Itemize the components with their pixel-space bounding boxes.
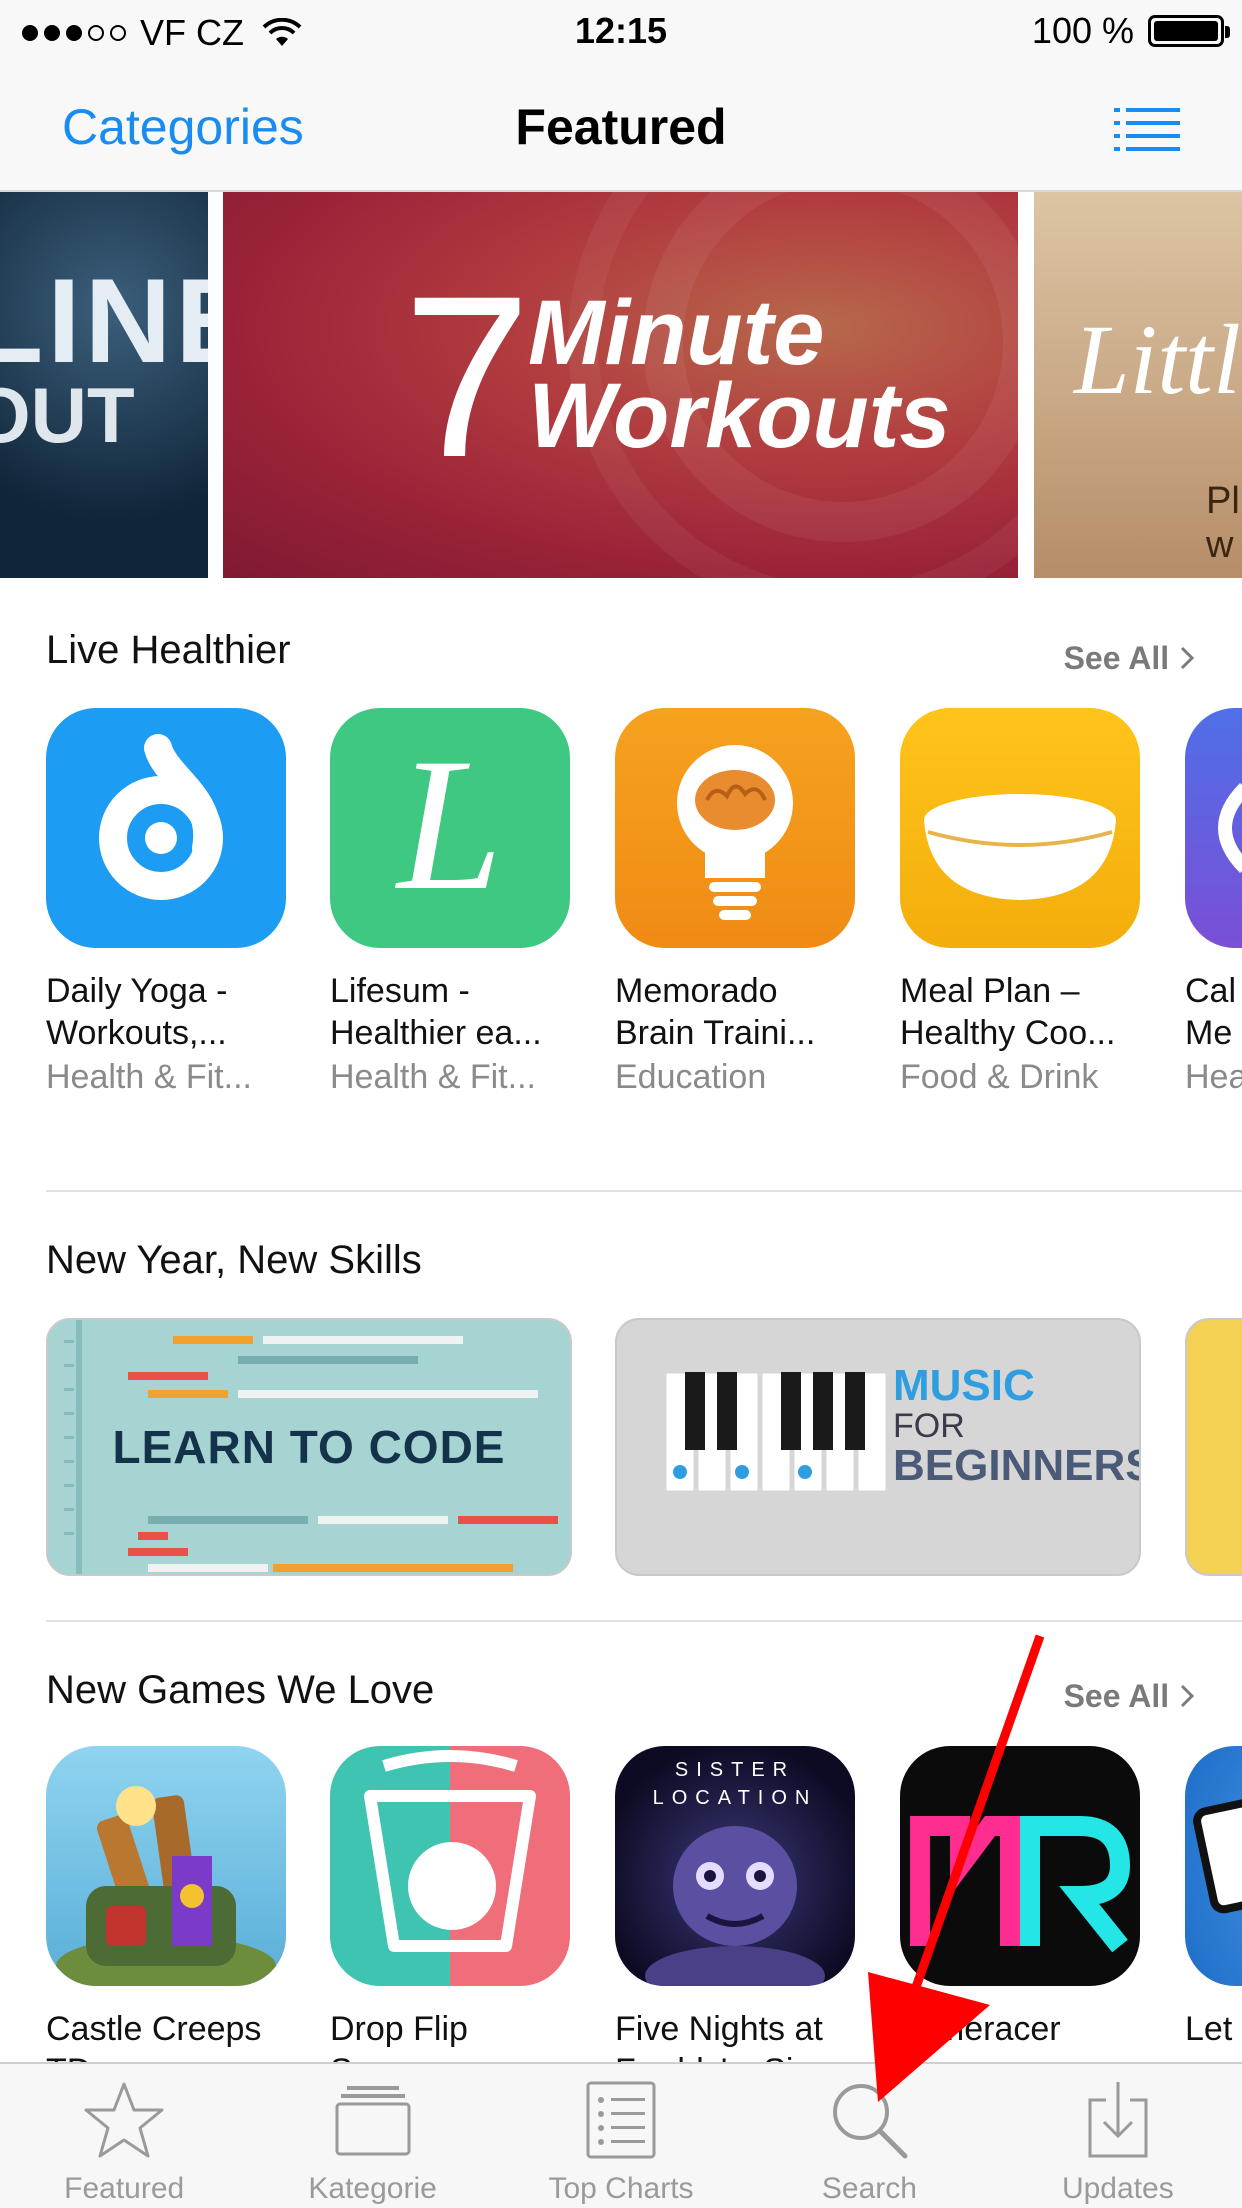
app-category: Health & Fit... bbox=[46, 1058, 252, 1096]
chevron-right-icon bbox=[1180, 1684, 1195, 1708]
section-title-live-healthier: Live Healthier bbox=[46, 628, 291, 672]
banner-main-line2: Workouts bbox=[528, 364, 951, 467]
tab-label: Kategorie bbox=[308, 2172, 437, 2205]
list-icon bbox=[586, 2081, 656, 2159]
app-castle-creeps[interactable]: Castle Creeps TD bbox=[46, 1746, 286, 2092]
app-name-line2: Workouts,... bbox=[46, 1014, 227, 1052]
partial-card[interactable] bbox=[1185, 1318, 1242, 1576]
app-letterpress-partial[interactable]: Let bbox=[1185, 1746, 1242, 2050]
daily-yoga-icon bbox=[46, 708, 286, 948]
page-title: Featured bbox=[515, 99, 727, 155]
learn-to-code-card[interactable]: LEARN TO CODE bbox=[46, 1318, 572, 1576]
tab-bar: Featured Kategorie Top Charts Search Upd… bbox=[0, 2062, 1242, 2208]
banner-right-line2: Pl bbox=[1206, 480, 1240, 522]
music-label-3: BEGINNERS bbox=[893, 1441, 1141, 1490]
section-divider bbox=[46, 1190, 1242, 1192]
tab-label: Updates bbox=[1061, 2172, 1174, 2205]
battery-percent: 100 % bbox=[1031, 10, 1134, 51]
tab-search[interactable]: Search bbox=[745, 2064, 993, 2208]
list-icon[interactable] bbox=[1114, 106, 1180, 152]
battery-group: 100 % bbox=[1031, 10, 1230, 52]
app-memorado[interactable]: Memorado Brain Traini... Education bbox=[615, 708, 855, 1100]
tab-updates[interactable]: Updates bbox=[994, 2064, 1242, 2208]
app-category: Education bbox=[615, 1058, 767, 1096]
app-name-line1: Daily Yoga - bbox=[46, 972, 228, 1010]
download-icon bbox=[1088, 2082, 1148, 2158]
app-five-nights[interactable]: SISTER LOCATION Five Nights at Freddy's:… bbox=[615, 1746, 855, 2092]
music-for-beginners-card[interactable]: MUSIC FOR BEGINNERS bbox=[615, 1318, 1141, 1576]
see-all-live-healthier[interactable]: See All bbox=[1064, 640, 1196, 677]
app-name-line2: Brain Traini... bbox=[615, 1014, 816, 1052]
tab-label: Top Charts bbox=[548, 2172, 694, 2205]
navigation-bar: Categories Featured bbox=[0, 62, 1242, 192]
music-label-2: FOR bbox=[893, 1407, 965, 1445]
drop-flip-icon bbox=[330, 1746, 570, 1986]
app-name-line1: Cal bbox=[1185, 972, 1237, 1010]
banner-main-words: Minute Workouts bbox=[528, 282, 951, 467]
banner-main-number: 7 bbox=[403, 248, 531, 505]
see-all-label: See All bbox=[1063, 1678, 1170, 1714]
banner-right-line3: w bbox=[1206, 523, 1234, 566]
app-meal-plan[interactable]: Meal Plan – Healthy Coo... Food & Drink bbox=[900, 708, 1140, 1100]
chevron-right-icon bbox=[1180, 646, 1195, 670]
learn-to-code-label: LEARN TO CODE bbox=[112, 1421, 506, 1473]
app-category: Hea bbox=[1185, 1058, 1242, 1096]
banner-left[interactable]: LINE OUT bbox=[0, 192, 208, 578]
calorie-app-icon bbox=[1185, 708, 1242, 948]
app-drop-flip[interactable]: Drop Flip S bbox=[330, 1746, 570, 2092]
app-category: Health & Fit... bbox=[330, 1058, 536, 1096]
mesmeracer-icon bbox=[900, 1746, 1140, 1986]
app-name-line1: esmeracer bbox=[900, 2010, 1061, 2048]
app-name-line1: Meal Plan – bbox=[900, 972, 1080, 1010]
five-nights-overlay-text: SISTER LOCATION bbox=[652, 1759, 818, 1809]
partial-game-icon bbox=[1185, 1746, 1242, 1986]
see-all-label: See All bbox=[1063, 640, 1170, 676]
music-label-1: MUSIC bbox=[893, 1361, 1035, 1410]
stack-icon bbox=[335, 2086, 411, 2156]
banner-right-line1: Littl bbox=[1074, 304, 1241, 415]
tab-top-charts[interactable]: Top Charts bbox=[497, 2064, 745, 2208]
tab-label: Search bbox=[821, 2172, 917, 2205]
battery-icon bbox=[1148, 15, 1230, 47]
castle-creeps-icon bbox=[46, 1746, 286, 1986]
app-mesmeracer[interactable]: esmeracer bbox=[900, 1746, 1140, 2050]
app-name-line2: Healthy Coo... bbox=[900, 1014, 1116, 1052]
app-name-line1: Memorado bbox=[615, 972, 778, 1010]
tab-featured[interactable]: Featured bbox=[0, 2064, 248, 2208]
banner-7-minute-workouts[interactable]: 7 Minute Workouts bbox=[223, 192, 1018, 578]
piano-keys-icon bbox=[665, 1372, 889, 1492]
lifesum-icon: L bbox=[330, 708, 570, 948]
featured-banner-carousel[interactable]: LINE OUT 7 Minute Workouts Littl Pl w bbox=[0, 192, 1242, 578]
app-name-line1: Five Nights at bbox=[615, 2010, 823, 2048]
app-name-line2: Healthier ea... bbox=[330, 1014, 542, 1052]
app-lifesum[interactable]: L Lifesum - Healthier ea... Health & Fit… bbox=[330, 708, 570, 1100]
app-name-line2: Me bbox=[1185, 1014, 1233, 1052]
svg-text:L: L bbox=[394, 720, 503, 930]
banner-right[interactable]: Littl Pl w bbox=[1034, 192, 1242, 578]
section-divider bbox=[46, 1620, 1242, 1622]
section-title-new-year: New Year, New Skills bbox=[46, 1238, 422, 1282]
music-title-block: MUSIC FOR BEGINNERS bbox=[893, 1361, 1141, 1490]
section-title-new-games: New Games We Love bbox=[46, 1668, 435, 1712]
five-nights-icon: SISTER LOCATION bbox=[615, 1746, 855, 1986]
app-calorie-partial[interactable]: Cal Me Hea bbox=[1185, 708, 1242, 1100]
app-name-line1: Lifesum - bbox=[330, 972, 470, 1010]
banner-left-line2: OUT bbox=[0, 371, 135, 459]
tab-label: Featured bbox=[64, 2172, 185, 2205]
app-name-line1: Drop Flip bbox=[330, 2010, 468, 2048]
app-name-line1: Castle Creeps bbox=[46, 2010, 262, 2048]
star-icon bbox=[84, 2082, 164, 2158]
search-icon bbox=[833, 2084, 908, 2159]
banner-right-lines: Pl w bbox=[1206, 480, 1240, 567]
banner-main-line1: Minute bbox=[528, 282, 825, 384]
app-name-line1: Let bbox=[1185, 2010, 1233, 2048]
lightbulb-brain-icon bbox=[615, 708, 855, 948]
app-category: Food & Drink bbox=[900, 1058, 1099, 1096]
bowl-icon bbox=[900, 708, 1140, 948]
status-bar: VF CZ 12:15 100 % bbox=[0, 0, 1242, 62]
tab-kategorie[interactable]: Kategorie bbox=[248, 2064, 496, 2208]
app-daily-yoga[interactable]: Daily Yoga - Workouts,... Health & Fit..… bbox=[46, 708, 286, 1100]
see-all-new-games[interactable]: See All bbox=[1064, 1678, 1196, 1715]
